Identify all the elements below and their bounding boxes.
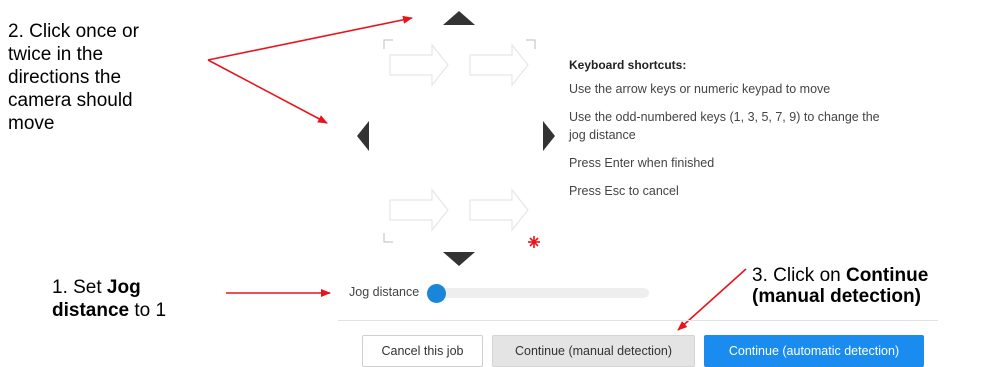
jog-distance-slider-track[interactable] [430,288,649,298]
jog-distance-slider-thumb[interactable] [427,284,446,303]
annotation-step-1: 1. Set Jog distance to 1 [52,276,166,322]
continue-automatic-detection-button[interactable]: Continue (automatic detection) [704,335,924,367]
annotation-step-2-line: move [8,113,55,134]
annotation-step-1-text: to 1 [129,300,167,321]
annotation-step-2-line: 2. Click once or [8,21,139,42]
jog-distance-label: Jog distance [349,285,420,299]
ghost-arrows [389,43,529,232]
cancel-job-button[interactable]: Cancel this job [362,335,483,367]
shortcut-odd-keys: Use the odd-numbered keys (1, 3, 5, 7, 9… [569,110,880,124]
footer-divider [338,320,938,321]
keyboard-shortcuts-panel: Keyboard shortcuts: Use the arrow keys o… [569,58,949,201]
shortcut-odd-keys-cont: jog distance [569,128,636,142]
annotation-step-1-bold: Jog [106,277,141,298]
shortcut-esc: Press Esc to cancel [569,184,679,198]
jog-up-button[interactable] [443,11,475,25]
annotation-step-3: 3. Click on Continue (manual detection) [752,265,928,307]
laser-crosshair-icon [528,236,540,248]
keyboard-shortcuts-title: Keyboard shortcuts: [569,58,687,72]
shortcut-arrow-keys: Use the arrow keys or numeric keypad to … [569,82,831,96]
view-corner-brackets [383,39,536,243]
annotation-step-1-text: 1. Set [52,277,107,298]
shortcut-enter: Press Enter when finished [569,156,715,170]
annotation-step-2-line: directions the [8,67,122,88]
annotation-step-3-bold: Continue [845,265,929,286]
annotation-step-3-bold: (manual detection) [752,286,921,307]
annotation-step-2-line: camera should [8,90,133,111]
annotation-step-1-bold: distance [52,300,130,321]
jog-down-button[interactable] [443,252,475,266]
annotation-step-2-line: twice in the [8,44,104,65]
annotation-step-2: 2. Click once or twice in the directions… [8,20,139,135]
annotation-step-3-text: 3. Click on [752,265,846,286]
jog-left-button[interactable] [357,121,369,151]
continue-manual-detection-button[interactable]: Continue (manual detection) [492,335,695,367]
jog-right-button[interactable] [543,121,555,151]
